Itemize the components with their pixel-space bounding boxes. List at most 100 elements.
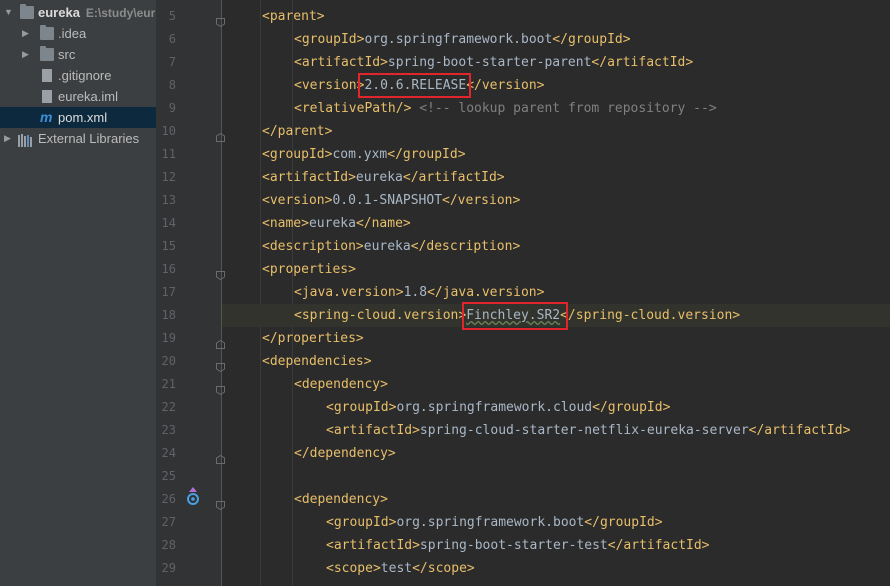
- xml-tag: <name>: [262, 216, 309, 231]
- line-number: 28: [161, 538, 176, 552]
- chevron-right-icon[interactable]: ▶: [22, 23, 32, 44]
- xml-tag: </dependency>: [294, 446, 396, 461]
- xml-tag: <dependencies>: [262, 354, 372, 369]
- maven-override-icon[interactable]: [186, 487, 200, 511]
- maven-file-icon: m: [40, 109, 53, 125]
- code-line[interactable]: <groupId>org.springframework.boot</group…: [222, 511, 890, 534]
- annotation-box-cloud-version: [462, 302, 568, 330]
- xml-tag: <dependency>: [294, 377, 388, 392]
- xml-text: com.yxm: [332, 147, 388, 162]
- xml-tag: <properties>: [262, 262, 356, 277]
- code-line[interactable]: <parent>: [222, 5, 890, 28]
- xml-tag: <java.version>: [294, 285, 404, 300]
- code-line[interactable]: <dependencies>: [222, 350, 890, 373]
- code-line[interactable]: <groupId>org.springframework.cloud</grou…: [222, 396, 890, 419]
- code-line[interactable]: <version>2.0.6.RELEASE</version>: [222, 74, 890, 97]
- code-line[interactable]: <artifactId>spring-cloud-starter-netflix…: [222, 419, 890, 442]
- code-line[interactable]: <groupId>com.yxm</groupId>: [222, 143, 890, 166]
- xml-tag: <dependency>: [294, 492, 388, 507]
- tree-item-src[interactable]: ▶ src: [0, 44, 156, 65]
- xml-tag: </artifactId>: [402, 170, 505, 185]
- tree-item-label: External Libraries: [38, 131, 140, 146]
- tree-item-label: .idea: [58, 26, 87, 41]
- line-number: 15: [161, 239, 176, 253]
- tree-item-label: .gitignore: [58, 68, 112, 83]
- xml-tag: <scope>: [326, 561, 381, 576]
- xml-comment: <!-- lookup parent from repository -->: [411, 101, 717, 116]
- code-line[interactable]: <properties>: [222, 258, 890, 281]
- xml-tag: </groupId>: [584, 515, 663, 530]
- chevron-right-icon[interactable]: ▶: [22, 44, 32, 65]
- code-line[interactable]: <artifactId>eureka</artifactId>: [222, 166, 890, 189]
- tree-item-label: eureka.iml: [58, 89, 118, 104]
- xml-tag: </scope>: [412, 561, 475, 576]
- line-number: 25: [161, 469, 176, 483]
- code-line[interactable]: <dependency>: [222, 488, 890, 511]
- line-number: 12: [161, 170, 176, 184]
- code-line[interactable]: </parent>: [222, 120, 890, 143]
- annotation-box-version: [358, 73, 471, 98]
- code-line[interactable]: </properties>: [222, 327, 890, 350]
- xml-tag: </groupId>: [552, 32, 631, 47]
- code-line[interactable]: <scope>test</scope>: [222, 557, 890, 580]
- xml-tag: </artifactId>: [607, 538, 710, 553]
- xml-tag: </java.version>: [427, 285, 545, 300]
- tree-item-label: pom.xml: [58, 110, 108, 125]
- tree-item-pom-xml[interactable]: m pom.xml: [0, 107, 156, 128]
- line-number: 22: [161, 400, 176, 414]
- xml-tag: </name>: [355, 216, 411, 231]
- code-line[interactable]: <version>0.0.1-SNAPSHOT</version>: [222, 189, 890, 212]
- chevron-down-icon[interactable]: ▼: [4, 2, 14, 23]
- xml-tag: <groupId>: [326, 515, 397, 530]
- xml-tag: </properties>: [262, 331, 364, 346]
- module-folder-icon: [20, 4, 34, 19]
- tree-root-eureka[interactable]: ▼ eureka E:\study\eur: [0, 2, 156, 23]
- code-line[interactable]: <relativePath/> <!-- lookup parent from …: [222, 97, 890, 120]
- code-line[interactable]: <dependency>: [222, 373, 890, 396]
- xml-text: spring-boot-starter-parent: [387, 55, 592, 70]
- xml-tag: <relativePath/>: [294, 101, 412, 116]
- xml-tag: </artifactId>: [591, 55, 694, 70]
- library-icon: [18, 132, 32, 147]
- code-line[interactable]: <description>eureka</description>: [222, 235, 890, 258]
- tree-item-gitignore[interactable]: .gitignore: [0, 65, 156, 86]
- line-number: 20: [161, 354, 176, 368]
- line-number: 6: [168, 32, 176, 46]
- xml-tag: <version>: [294, 78, 365, 93]
- tree-root-path: E:\study\eur: [85, 6, 156, 20]
- tree-root-label: eureka E:\study\eur: [38, 5, 156, 20]
- tree-item-idea[interactable]: ▶ .idea: [0, 23, 156, 44]
- line-number: 17: [161, 285, 176, 299]
- xml-text: eureka: [363, 239, 411, 254]
- line-number: 7: [168, 55, 176, 69]
- line-number: 27: [161, 515, 176, 529]
- code-line[interactable]: <artifactId>spring-boot-starter-test</ar…: [222, 534, 890, 557]
- xml-tag: <artifactId>: [326, 423, 420, 438]
- xml-tag: <version>: [262, 193, 333, 208]
- project-tree-panel: ▼ eureka E:\study\eur ▶ .idea ▶ src .giti…: [0, 0, 156, 586]
- line-number: 9: [168, 101, 176, 115]
- line-number: 24: [161, 446, 176, 460]
- xml-tag: <artifactId>: [262, 170, 356, 185]
- code-line[interactable]: <java.version>1.8</java.version>: [222, 281, 890, 304]
- line-number: 19: [161, 331, 176, 345]
- code-line[interactable]: </dependency>: [222, 442, 890, 465]
- xml-tag: <spring-cloud.version>: [294, 308, 467, 323]
- line-number: 13: [161, 193, 176, 207]
- code-editor[interactable]: <parent> <groupId>org.springframework.boo…: [222, 0, 890, 586]
- chevron-right-icon[interactable]: ▶: [4, 128, 14, 149]
- xml-text: 0.0.1-SNAPSHOT: [332, 193, 443, 208]
- tree-item-eureka-iml[interactable]: eureka.iml: [0, 86, 156, 107]
- line-number: 23: [161, 423, 176, 437]
- tree-item-external-libraries[interactable]: ▶ External Libraries: [0, 128, 156, 149]
- code-line[interactable]: <artifactId>spring-boot-starter-parent</…: [222, 51, 890, 74]
- code-line[interactable]: <groupId>org.springframework.boot</group…: [222, 28, 890, 51]
- line-number: 14: [161, 216, 176, 230]
- code-line[interactable]: <name>eureka</name>: [222, 212, 890, 235]
- xml-tag: </description>: [410, 239, 521, 254]
- code-line[interactable]: [222, 465, 890, 488]
- xml-tag: <description>: [262, 239, 364, 254]
- xml-tag: <groupId>: [326, 400, 397, 415]
- line-number: 16: [161, 262, 176, 276]
- line-number: 10: [161, 124, 176, 138]
